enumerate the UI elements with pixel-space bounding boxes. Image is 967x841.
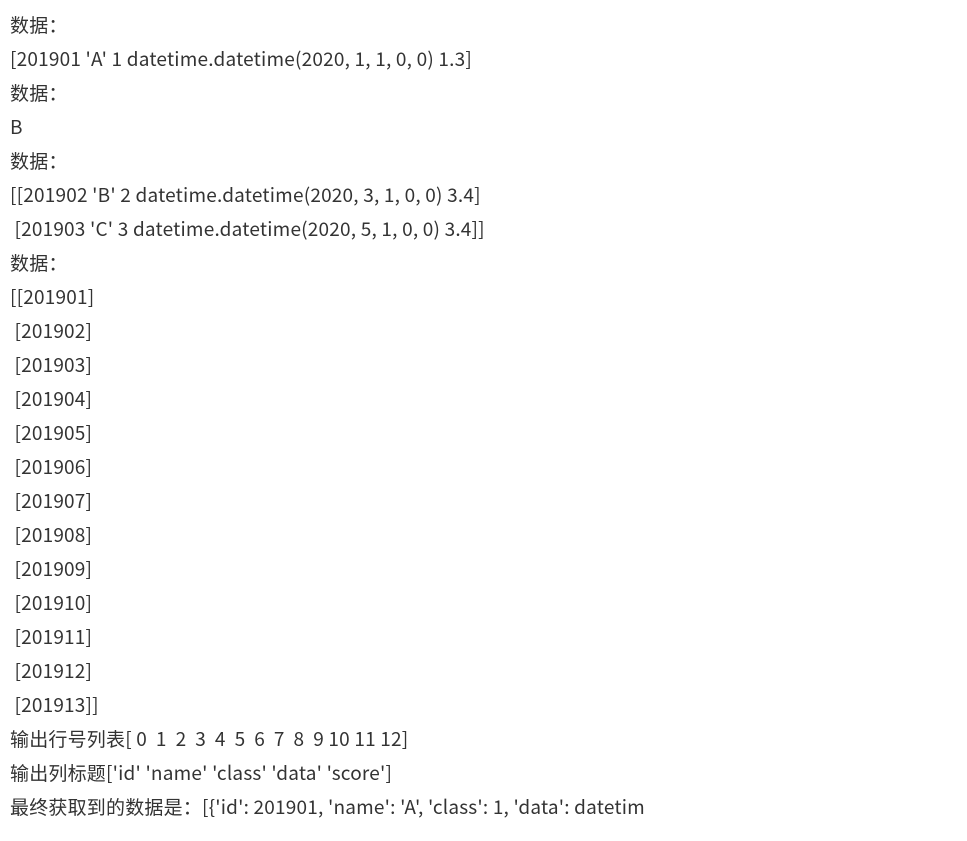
output-line: [201912] — [10, 657, 92, 684]
output-line: [[201901] — [10, 283, 94, 310]
output-line: [201903] — [10, 351, 92, 378]
output-line: [201913]] — [10, 691, 99, 718]
output-line: [201905] — [10, 419, 92, 446]
output-line: [201901 'A' 1 datetime.datetime(2020, 1,… — [10, 45, 472, 72]
output-line: [201902] — [10, 317, 92, 344]
output-line: [201909] — [10, 555, 92, 582]
output-line: [201907] — [10, 487, 92, 514]
output-line: [201903 'C' 3 datetime.datetime(2020, 5,… — [10, 215, 485, 242]
output-line: [201911] — [10, 623, 92, 650]
output-line: [201908] — [10, 521, 92, 548]
output-line: [[201902 'B' 2 datetime.datetime(2020, 3… — [10, 181, 481, 208]
output-line: [201904] — [10, 385, 92, 412]
output-line: [201910] — [10, 589, 92, 616]
output-line: 输出列标题['id' 'name' 'class' 'data' 'score'… — [10, 759, 392, 786]
output-line: 数据： — [10, 79, 68, 106]
output-line: 数据： — [10, 147, 68, 174]
output-line: 输出行号列表[ 0 1 2 3 4 5 6 7 8 9 10 11 12] — [10, 725, 408, 752]
console-output: 数据： [201901 'A' 1 datetime.datetime(2020… — [0, 0, 967, 832]
output-line: 数据： — [10, 11, 68, 38]
output-line: 最终获取到的数据是：[{'id': 201901, 'name': 'A', '… — [10, 793, 645, 820]
output-line: B — [10, 113, 23, 140]
output-line: [201906] — [10, 453, 92, 480]
output-line: 数据： — [10, 249, 68, 276]
